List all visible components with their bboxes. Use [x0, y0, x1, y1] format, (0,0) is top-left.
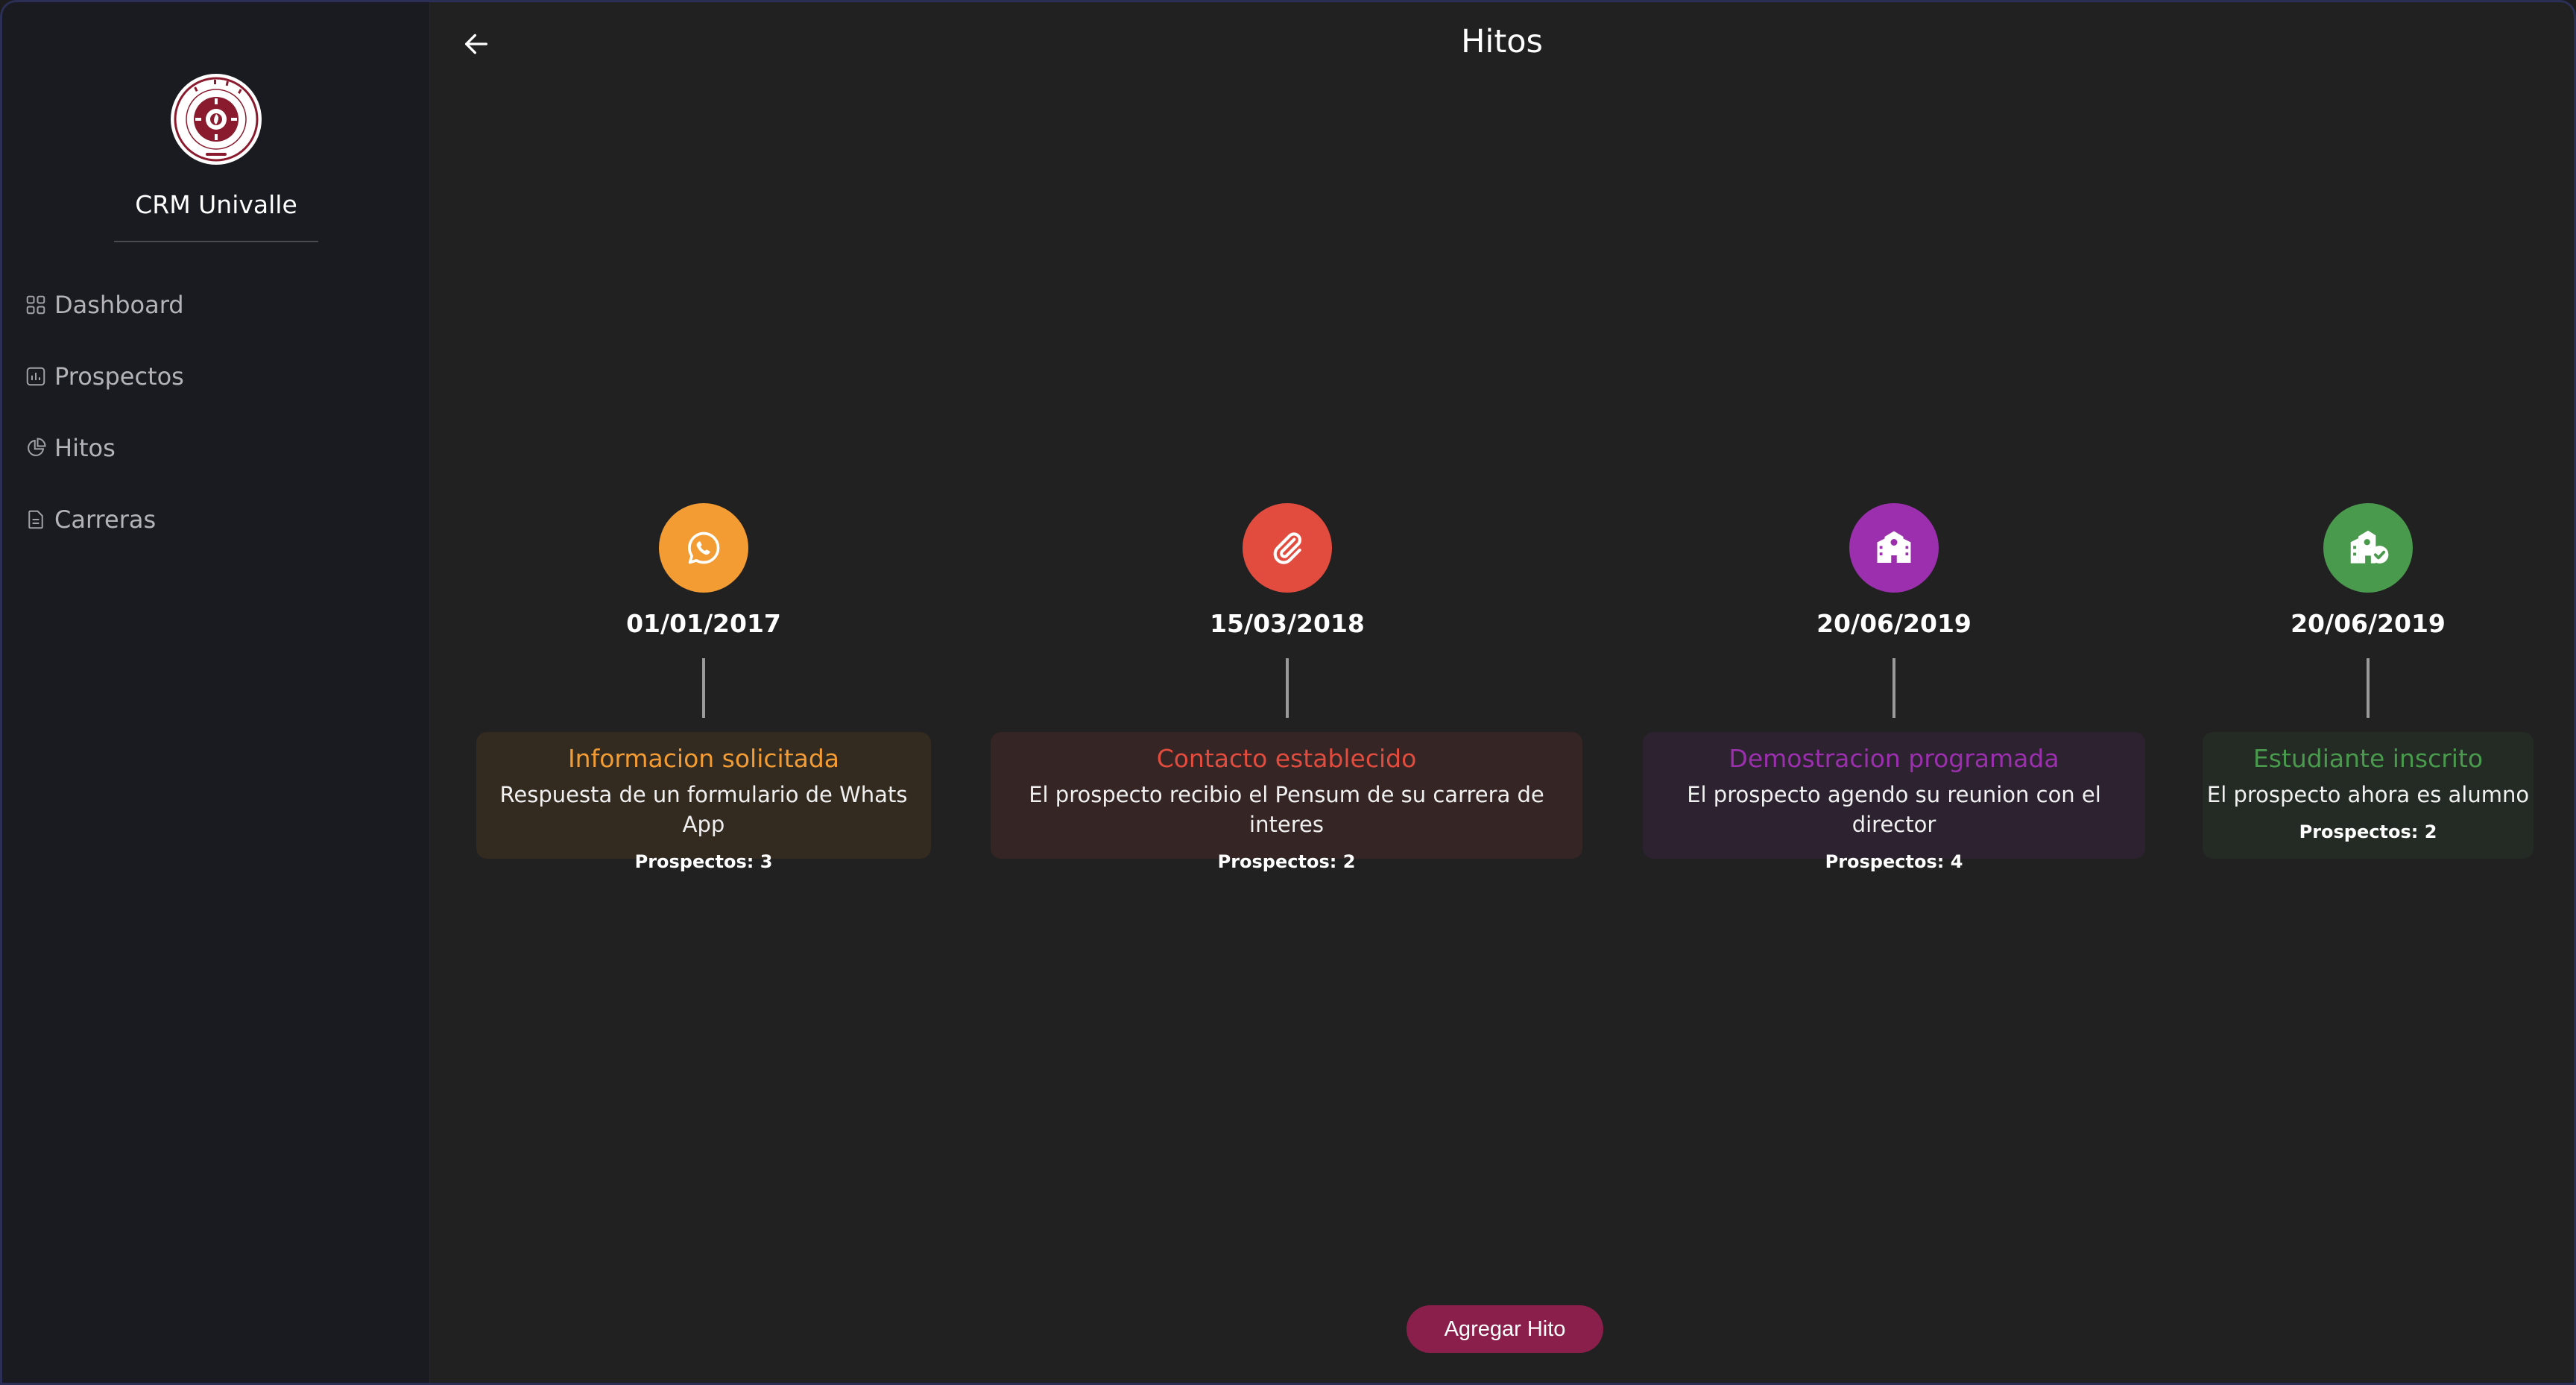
- milestone-title: Demostracion programada: [1729, 744, 2059, 773]
- milestone-date: 15/03/2018: [1210, 609, 1365, 638]
- univalle-seal-icon: [174, 77, 259, 162]
- milestone-connector: [1892, 658, 1895, 718]
- milestone-description: El prospecto ahora es alumno: [2206, 782, 2530, 807]
- milestone-connector: [1286, 658, 1289, 718]
- sidebar: CRM Univalle Dashboard Prospectos Hitos …: [2, 2, 430, 1383]
- sidebar-item-dashboard[interactable]: Dashboard: [25, 269, 412, 341]
- milestone-icon[interactable]: [659, 503, 748, 593]
- milestone-card[interactable]: Informacion solicitada Respuesta de un f…: [476, 732, 931, 872]
- milestone-connector: [2367, 658, 2370, 718]
- sidebar-item-prospectos[interactable]: Prospectos: [25, 341, 412, 412]
- pie-icon: [28, 438, 46, 456]
- paperclip-icon: [1273, 532, 1301, 564]
- sidebar-item-label: Carreras: [54, 505, 157, 534]
- grid-icon: [26, 295, 45, 315]
- milestone-count: Prospectos: 3: [634, 851, 773, 872]
- milestone-date: 20/06/2019: [2291, 609, 2446, 638]
- milestone-description: El prospecto recibio el Pensum de su car…: [1029, 782, 1544, 837]
- milestone-icon[interactable]: [1243, 503, 1332, 593]
- milestone-date: 01/01/2017: [626, 609, 781, 638]
- milestone-count: Prospectos: 2: [1217, 851, 1356, 872]
- main-content: Hitos 01/01/2017 Informacion solicitada: [430, 2, 2574, 1383]
- milestone-count: Prospectos: 2: [2299, 821, 2437, 842]
- milestone-description: El prospecto agendo su reunion con el di…: [1687, 782, 2101, 837]
- app-window: CRM Univalle Dashboard Prospectos Hitos …: [0, 0, 2576, 1385]
- milestone-card[interactable]: Contacto establecido El prospecto recibi…: [991, 732, 1582, 872]
- milestone-description: Respuesta de un formulario de Whats App: [499, 782, 908, 837]
- milestone-title: Informacion solicitada: [567, 744, 840, 773]
- whatsapp-icon: [688, 531, 720, 564]
- milestone-date: 20/06/2019: [1816, 609, 1972, 638]
- document-icon: [28, 510, 43, 529]
- sidebar-item-label: Prospectos: [54, 362, 184, 391]
- add-milestone-button[interactable]: Agregar Hito: [1407, 1305, 1603, 1353]
- milestone-icon[interactable]: [1849, 503, 1939, 593]
- milestone-connector: [702, 658, 705, 718]
- sidebar-nav: Dashboard Prospectos Hitos Carreras: [25, 269, 412, 555]
- milestone-title: Estudiante inscrito: [2253, 744, 2484, 773]
- milestone-icon[interactable]: [2323, 503, 2413, 593]
- chart-icon: [26, 367, 45, 386]
- milestone-title: Contacto establecido: [1156, 744, 1417, 773]
- milestone-card[interactable]: Estudiante inscrito El prospecto ahora e…: [2203, 732, 2534, 859]
- sidebar-item-label: Dashboard: [54, 291, 184, 319]
- school-icon: [1877, 531, 1911, 563]
- page-title: Hitos: [1461, 23, 1543, 60]
- sidebar-item-hitos[interactable]: Hitos: [25, 412, 412, 484]
- enrolled-icon: [2350, 530, 2389, 564]
- brand-divider: [114, 241, 318, 242]
- sidebar-item-carreras[interactable]: Carreras: [25, 484, 412, 555]
- milestone-card[interactable]: Demostracion programada El prospecto age…: [1643, 732, 2145, 872]
- univalle-logo[interactable]: [171, 74, 262, 165]
- sidebar-item-label: Hitos: [54, 434, 116, 462]
- brand-name: CRM Univalle: [135, 190, 297, 219]
- milestone-count: Prospectos: 4: [1825, 851, 1963, 872]
